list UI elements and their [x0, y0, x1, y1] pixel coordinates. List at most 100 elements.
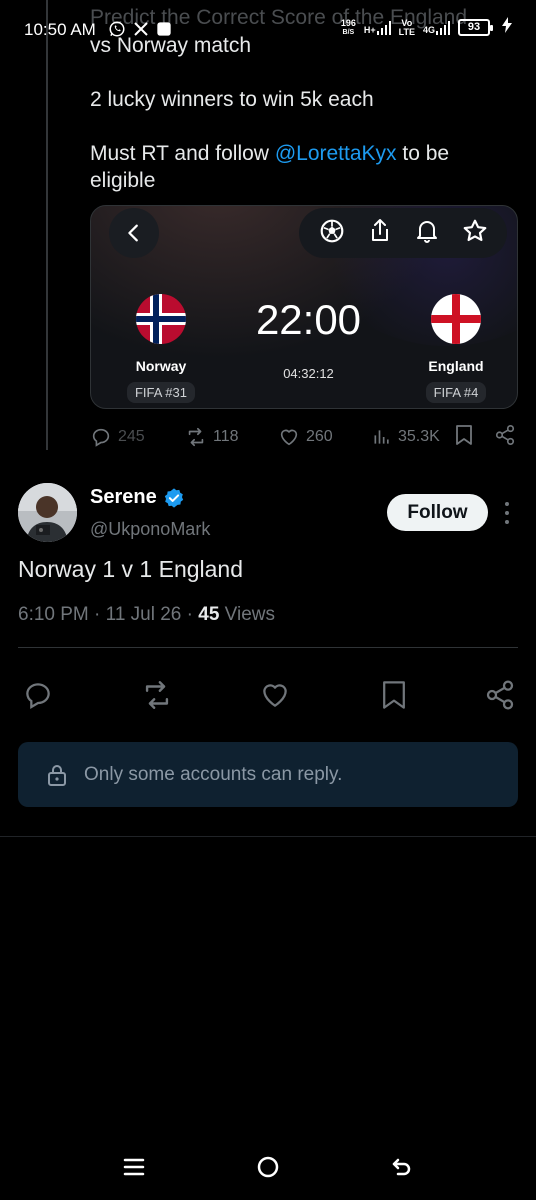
- heart-icon: [280, 429, 298, 446]
- network-4g-label: 4G: [422, 24, 435, 35]
- divider: [0, 836, 536, 837]
- repost-icon: [188, 427, 204, 447]
- whatsapp-icon: [108, 20, 126, 43]
- more-options-icon[interactable]: [498, 500, 516, 526]
- heart-icon: [263, 684, 287, 707]
- countdown-timer: 04:32:12: [283, 366, 334, 381]
- post-line-mention: Must RT and follow @LorettaKyx to be: [90, 140, 520, 167]
- post-line-text: to be: [396, 142, 450, 165]
- like-button[interactable]: [255, 673, 295, 717]
- thread-connector-line: [46, 0, 48, 450]
- post-actions: [18, 673, 518, 717]
- network-4g: 4G: [422, 20, 450, 35]
- reply-restriction-text: Only some accounts can reply.: [84, 763, 343, 785]
- net-speed-unit: B/S: [342, 28, 355, 36]
- menu-icon: [123, 1158, 145, 1176]
- home-team[interactable]: Norway FIFA #31: [116, 294, 206, 403]
- home-team-name: Norway: [135, 358, 187, 374]
- home-button[interactable]: [251, 1150, 285, 1184]
- user-handle[interactable]: @UkponoMark: [90, 519, 210, 540]
- avatar[interactable]: [18, 483, 77, 542]
- reply-icon: [26, 683, 50, 710]
- like-stat[interactable]: 260: [278, 426, 333, 448]
- system-icons: 196 B/S H+ Vo LTE 4G 93: [341, 17, 512, 38]
- charging-icon: [502, 17, 512, 38]
- reply-button[interactable]: [18, 673, 58, 717]
- post-meta: 6:10 PM · 11 Jul 26 · 45 Views: [18, 604, 275, 626]
- network-hplus-label: H+: [363, 24, 376, 35]
- bookmark-icon[interactable]: [454, 424, 474, 451]
- views-stat[interactable]: 35.3K: [372, 427, 440, 447]
- views-label: Views: [224, 604, 276, 625]
- post-line-text: Must RT and follow: [90, 142, 269, 165]
- chevron-left-icon: [128, 224, 138, 242]
- volte-bottom: LTE: [398, 26, 415, 37]
- signal-icon: [376, 20, 391, 35]
- post-time: 6:10 PM: [18, 604, 89, 625]
- reply-restriction-notice: Only some accounts can reply.: [18, 742, 518, 807]
- verified-badge-icon: [164, 487, 183, 508]
- home-circle-icon: [257, 1156, 279, 1178]
- bookmark-icon: [383, 681, 405, 709]
- share-icon: [486, 680, 514, 710]
- views-count[interactable]: 45: [198, 604, 219, 625]
- post-text: Norway 1 v 1 England: [18, 556, 244, 582]
- net-speed: 196 B/S: [340, 17, 356, 37]
- away-team-name: England: [428, 358, 484, 374]
- recent-apps-button[interactable]: [117, 1150, 151, 1184]
- away-team-rank: FIFA #4: [425, 382, 487, 403]
- net-speed-value: 196: [340, 17, 356, 28]
- post-date: 11 Jul 26: [105, 604, 182, 625]
- away-team[interactable]: England FIFA #4: [411, 294, 501, 403]
- like-count: 260: [306, 428, 333, 445]
- meta-separator: ·: [181, 604, 199, 625]
- bookmark-button[interactable]: [374, 673, 414, 717]
- notification-icons: [108, 20, 172, 43]
- card-toolbar: [299, 208, 507, 258]
- back-arrow-icon: [392, 1158, 411, 1176]
- football-icon[interactable]: [319, 218, 345, 249]
- parent-post-stats: 245 118 260 35.3K: [90, 424, 520, 450]
- post-line: 2 lucky winners to win 5k each: [90, 88, 374, 111]
- back-button[interactable]: [109, 208, 159, 258]
- back-navigation-button[interactable]: [385, 1150, 419, 1184]
- analytics-icon: [374, 430, 389, 444]
- reply-stat[interactable]: 245: [90, 426, 145, 448]
- match-card[interactable]: Norway FIFA #31 22:00 04:32:12 England F…: [90, 205, 518, 409]
- share-icon[interactable]: [494, 424, 516, 451]
- lock-icon: [48, 764, 66, 786]
- reply-count: 245: [118, 428, 145, 445]
- kickoff-time: 22:00: [255, 296, 362, 343]
- repost-count: 118: [213, 428, 239, 445]
- mention-link[interactable]: @LorettaKyx: [275, 142, 397, 165]
- display-name[interactable]: Serene: [90, 486, 185, 509]
- reply-icon: [92, 428, 110, 447]
- signal-icon: [436, 20, 450, 35]
- meta-separator: ·: [88, 604, 106, 625]
- display-name-text: Serene: [90, 486, 157, 508]
- square-icon: [156, 21, 172, 42]
- repost-stat[interactable]: 118: [185, 426, 239, 448]
- battery-indicator: 93: [458, 19, 493, 36]
- view-count: 35.3K: [398, 428, 440, 445]
- status-time: 10:50 AM: [24, 20, 96, 39]
- norway-flag-icon: [136, 294, 186, 344]
- divider: [18, 647, 518, 648]
- repost-icon: [145, 681, 169, 709]
- network-volte: Vo LTE: [398, 18, 415, 37]
- star-icon[interactable]: [462, 218, 488, 249]
- bell-icon[interactable]: [415, 218, 439, 249]
- home-team-rank: FIFA #31: [126, 382, 196, 403]
- network-hplus: H+: [363, 20, 391, 35]
- repost-button[interactable]: [137, 673, 177, 717]
- post-line: eligible: [90, 169, 156, 192]
- share-icon[interactable]: [368, 218, 392, 249]
- follow-button[interactable]: Follow: [387, 494, 488, 531]
- status-bar: 10:50 AM 196 B/S H+ Vo LTE 4G 93: [0, 0, 536, 58]
- system-navigation-bar: [0, 1140, 536, 1190]
- share-button[interactable]: [480, 673, 520, 717]
- england-flag-icon: [431, 294, 481, 344]
- x-icon: [133, 21, 149, 42]
